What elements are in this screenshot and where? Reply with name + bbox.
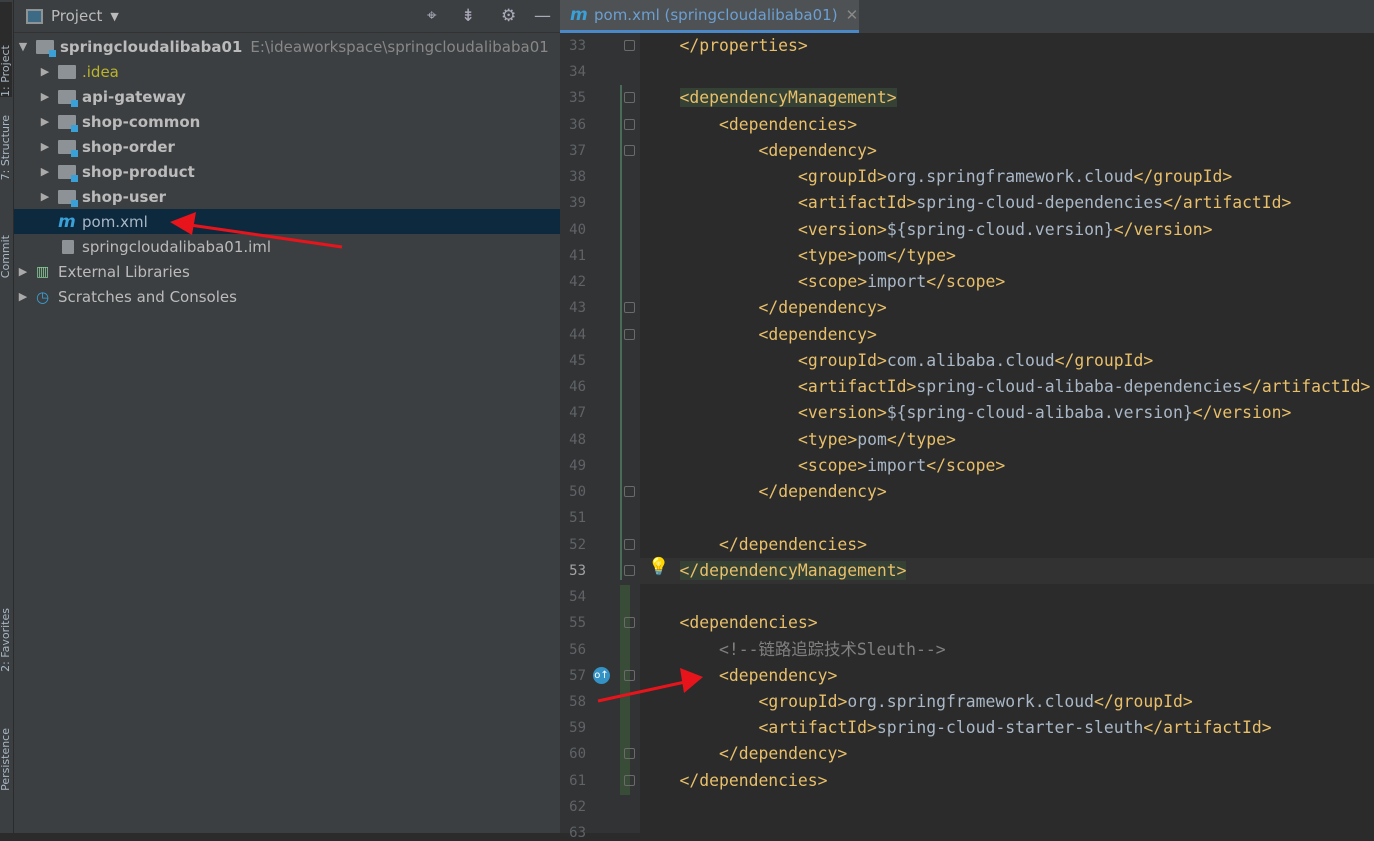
red-arrow-pom — [170, 212, 343, 249]
annotation-arrows — [170, 212, 703, 703]
red-arrow-dependency — [597, 668, 703, 703]
